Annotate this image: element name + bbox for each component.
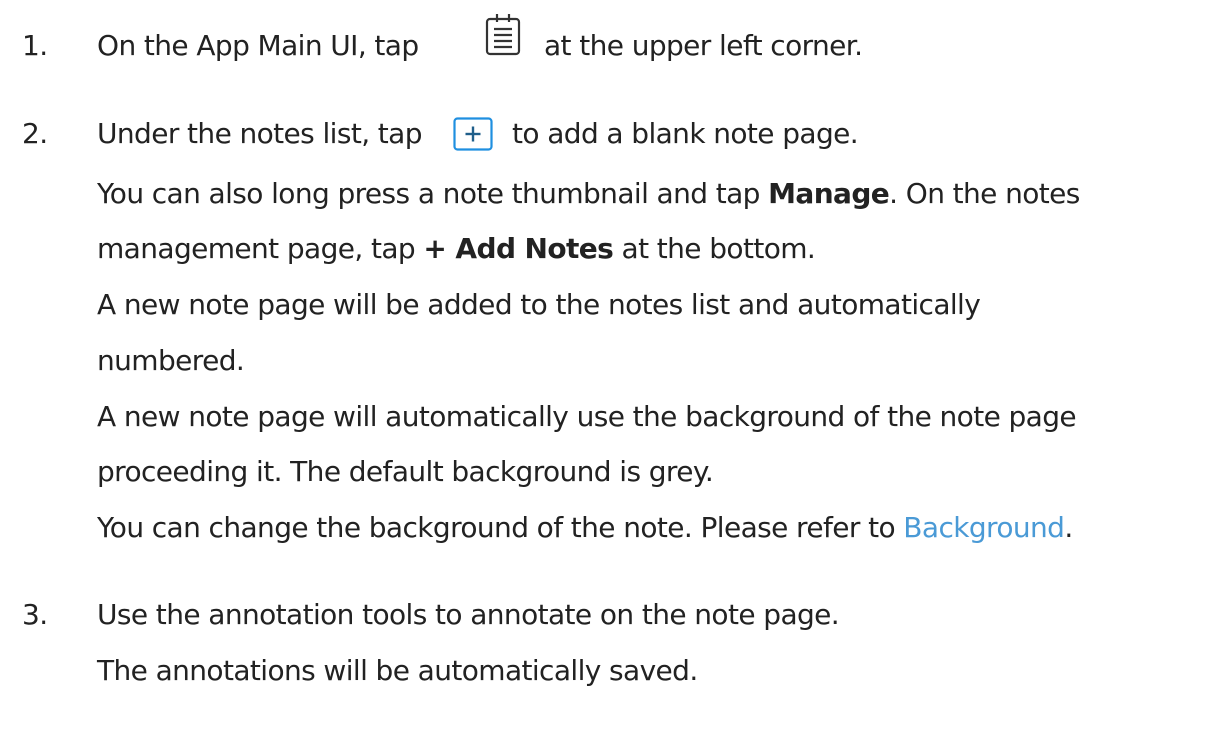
step-2-para-1-line-1: You can also long press a note thumbnail… [97, 174, 1080, 214]
step-2-p2-a: A new note page will be added to the not… [97, 288, 981, 321]
notes-list-icon [485, 14, 521, 56]
step-2-suffix: to add a blank note page. [512, 114, 859, 154]
step-1-number: 1. [22, 29, 48, 62]
step-2-p1-a: You can also long press a note thumbnail… [97, 177, 769, 210]
step-2-para-2-line-1: A new note page will be added to the not… [97, 285, 981, 325]
add-notes-label: + Add Notes [423, 232, 614, 265]
step-1-text-after: at the upper left corner. [544, 29, 863, 62]
manage-label: Manage [768, 177, 890, 210]
step-2-para-3-line-1: A new note page will automatically use t… [97, 397, 1077, 437]
step-2-p3-b: proceeding it. The default background is… [97, 455, 714, 488]
step-2-p3-a: A new note page will automatically use t… [97, 400, 1077, 433]
step-2-para-1-line-2: management page, tap + Add Notes at the … [97, 229, 816, 269]
step-2-number: 2. [22, 117, 48, 150]
step-1-suffix: at the upper left corner. [544, 26, 863, 66]
step-2-p4-a: You can change the background of the not… [97, 511, 904, 544]
step-3-text: Use the annotation tools to annotate on … [97, 598, 840, 631]
step-2-text-after: to add a blank note page. [512, 117, 859, 150]
step-1-text-before: On the App Main UI, tap [97, 29, 419, 62]
step-2-text-before: Under the notes list, tap [97, 117, 423, 150]
step-2-para-2-line-2: numbered. [97, 341, 245, 381]
step-2-p1-d: at the bottom. [613, 232, 816, 265]
step-3-number: 3. [22, 598, 48, 631]
step-3-subtext-line: The annotations will be automatically sa… [97, 651, 698, 691]
step-2-para-4: You can change the background of the not… [97, 508, 1073, 548]
step-2-p1-c: management page, tap [97, 232, 424, 265]
step-2-p2-b: numbered. [97, 344, 245, 377]
add-note-icon [453, 117, 493, 151]
background-link[interactable]: Background [903, 511, 1065, 544]
step-2-para-3-line-2: proceeding it. The default background is… [97, 452, 714, 492]
step-2-p1-b: . On the notes [889, 177, 1080, 210]
step-2-p4-b: . [1064, 511, 1073, 544]
step-3-subtext: The annotations will be automatically sa… [97, 654, 698, 687]
